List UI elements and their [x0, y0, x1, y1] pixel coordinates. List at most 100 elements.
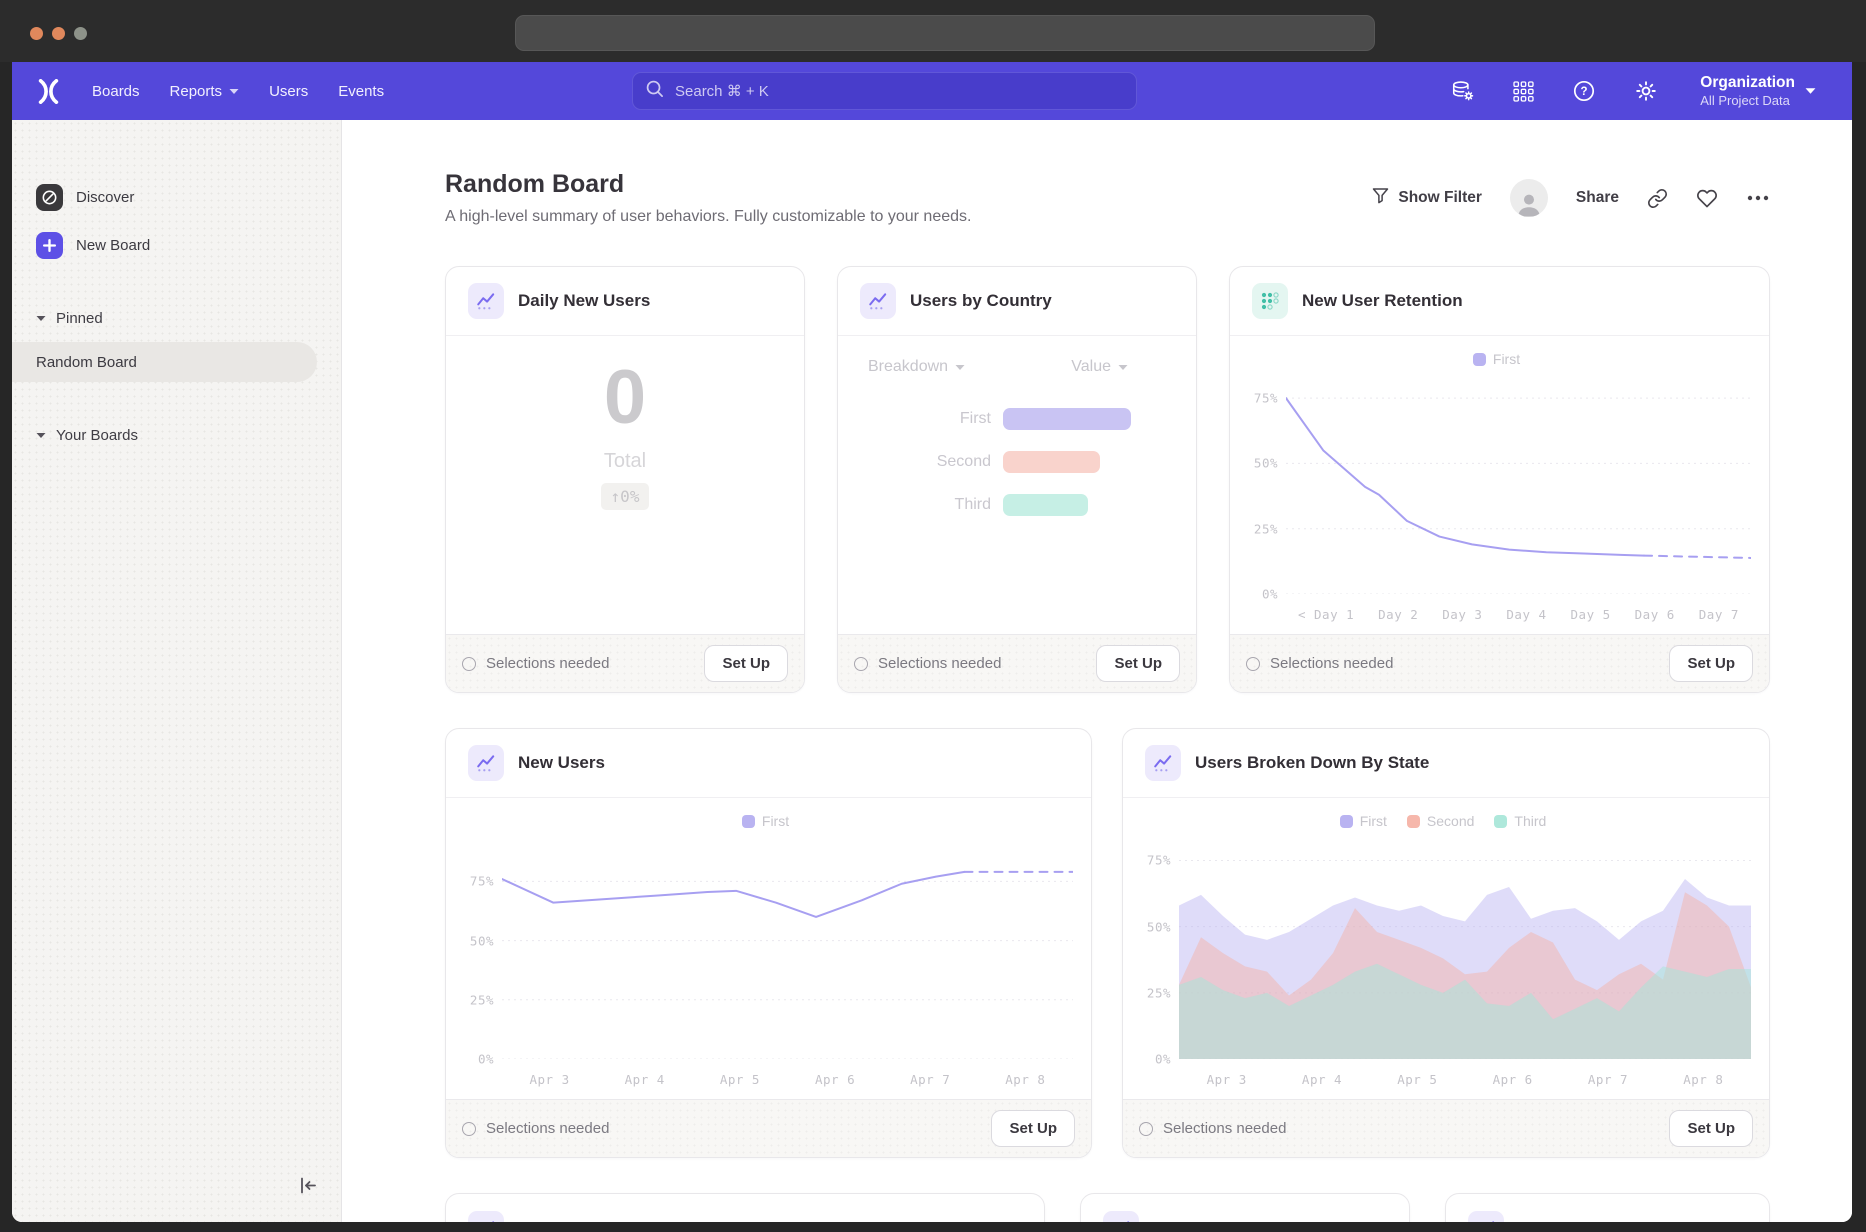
sidebar-section-your-boards[interactable]: Your Boards [36, 427, 341, 444]
set-up-button[interactable]: Set Up [991, 1110, 1075, 1147]
sidebar-item-random-board[interactable]: Random Board [12, 342, 317, 382]
app-logo[interactable] [35, 79, 62, 104]
chart-plot [1286, 372, 1751, 594]
legend-item-first: First [742, 813, 789, 829]
avatar[interactable] [1510, 179, 1548, 217]
x-axis: Apr 3Apr 4Apr 5Apr 6Apr 7Apr 8 [1135, 1059, 1751, 1087]
y-tick-label: 0% [1155, 1052, 1171, 1067]
breakdown-row: Second [838, 451, 1196, 473]
traffic-lights [30, 27, 87, 40]
help-icon[interactable]: ? [1572, 79, 1596, 103]
x-tick-label: Apr 6 [815, 1072, 855, 1087]
legend-chip [1340, 815, 1353, 828]
y-axis: 75%50%25%0% [1242, 372, 1286, 594]
set-up-button[interactable]: Set Up [1096, 645, 1180, 682]
search-input[interactable] [632, 72, 1137, 110]
close-window-button[interactable] [30, 27, 43, 40]
x-axis: Apr 3Apr 4Apr 5Apr 6Apr 7Apr 8 [458, 1059, 1073, 1087]
chevron-down-icon [36, 432, 46, 439]
line-chart-icon [1145, 745, 1181, 781]
card-title: Stacked Line Graph [518, 1219, 678, 1223]
card-users-by-country: Users by Country Breakdown Value [837, 266, 1197, 693]
show-filter-button[interactable]: Show Filter [1372, 187, 1482, 209]
y-axis: 75%50%25%0% [1135, 834, 1179, 1059]
y-tick-label: 0% [1262, 587, 1278, 602]
sidebar-item-label: Discover [76, 189, 134, 206]
sidebar-item-discover[interactable]: Discover [36, 177, 341, 217]
x-tick-label: Apr 3 [1207, 1072, 1247, 1087]
y-tick-label: 25% [1147, 985, 1171, 1000]
retention-grid-icon [1252, 283, 1288, 319]
set-up-button[interactable]: Set Up [1669, 645, 1753, 682]
retention-chart: First 75%50%25%0% < Day 1Day 2Day 3Day 4… [1242, 346, 1751, 622]
status-circle-icon [1246, 657, 1260, 671]
x-tick-label: Apr 8 [1683, 1072, 1723, 1087]
x-tick-label: Apr 7 [910, 1072, 950, 1087]
share-button[interactable]: Share [1576, 189, 1619, 207]
breakdown-label: Second [838, 453, 991, 471]
breakdown-label: Third [838, 496, 991, 514]
card-users-by-state: Users Broken Down By State FirstSecondTh… [1122, 728, 1770, 1158]
chart-plot [502, 834, 1073, 1059]
chevron-down-icon [1805, 82, 1816, 100]
status-circle-icon [462, 1122, 476, 1136]
search-field[interactable] [673, 82, 1124, 101]
nav-item-events[interactable]: Events [338, 83, 384, 100]
app-window: Boards Reports Users Events [12, 62, 1852, 1222]
data-management-icon[interactable] [1451, 80, 1475, 102]
plus-icon [36, 232, 63, 259]
org-project: All Project Data [1700, 93, 1795, 109]
chevron-down-icon [229, 88, 239, 95]
page-subtitle: A high-level summary of user behaviors. … [445, 208, 971, 226]
minimize-window-button[interactable] [52, 27, 65, 40]
settings-gear-icon[interactable] [1634, 79, 1658, 103]
zoom-window-button[interactable] [74, 27, 87, 40]
breakdown-dropdown[interactable]: Breakdown [868, 358, 965, 376]
nav-item-boards[interactable]: Boards [92, 83, 140, 100]
x-tick-label: Apr 3 [530, 1072, 570, 1087]
titlebar [0, 0, 1866, 62]
copy-link-icon[interactable] [1647, 188, 1668, 209]
primary-nav: Boards Reports Users Events [92, 83, 384, 100]
status-text: Selections needed [486, 1120, 609, 1137]
x-tick-label: Apr 8 [1005, 1072, 1045, 1087]
org-switcher[interactable]: Organization All Project Data [1700, 73, 1816, 109]
new-users-chart: First 75%50%25%0% Apr 3Apr 4Apr 5Apr 6Ap… [458, 808, 1073, 1087]
nav-item-users[interactable]: Users [269, 83, 308, 100]
sidebar-item-new-board[interactable]: New Board [36, 225, 341, 265]
legend-item-second: Second [1407, 813, 1474, 829]
sidebar-section-pinned[interactable]: Pinned [36, 310, 341, 327]
status-text: Selections needed [1270, 655, 1393, 672]
state-area-chart: FirstSecondThird 75%50%25%0% Apr 3Apr 4A… [1135, 808, 1751, 1087]
chart-legend: First [1242, 346, 1751, 372]
filter-icon [1372, 187, 1389, 209]
card-new-user-retention: New User Retention First 75%50%25%0% < D… [1229, 266, 1770, 693]
line-chart-icon [860, 283, 896, 319]
set-up-button[interactable]: Set Up [704, 645, 788, 682]
metric-big-value: 0 [604, 360, 646, 436]
x-tick-label: Apr 5 [720, 1072, 760, 1087]
browser-url-bar[interactable] [515, 15, 1375, 51]
card-title: Insights Report [1153, 1219, 1278, 1223]
set-up-button[interactable]: Set Up [1669, 1110, 1753, 1147]
y-tick-label: 75% [1254, 391, 1278, 406]
apps-grid-icon[interactable] [1513, 81, 1534, 102]
x-tick-label: Apr 4 [1302, 1072, 1342, 1087]
nav-item-reports[interactable]: Reports [170, 83, 240, 100]
status-text: Selections needed [878, 655, 1001, 672]
board-main: Random Board A high-level summary of use… [342, 120, 1852, 1222]
more-options-icon[interactable] [1746, 194, 1770, 202]
card-new-users: New Users First 75%50%25%0% Apr 3Apr 4Ap… [445, 728, 1092, 1158]
status-circle-icon [462, 657, 476, 671]
y-tick-label: 50% [1254, 456, 1278, 471]
collapse-sidebar-icon[interactable] [297, 1176, 319, 1200]
line-chart-icon [468, 1211, 504, 1223]
favorite-heart-icon[interactable] [1696, 188, 1718, 209]
breakdown-row: First [838, 408, 1196, 430]
line-chart-icon [468, 745, 504, 781]
card-daily-new-users: Daily New Users 0 Total ↑0% [445, 266, 805, 693]
card-title: Users by Country [910, 291, 1052, 311]
card-stacked-line-graph: Stacked Line Graph [445, 1193, 1045, 1222]
value-dropdown[interactable]: Value [1071, 358, 1128, 376]
status-text: Selections needed [1163, 1120, 1286, 1137]
